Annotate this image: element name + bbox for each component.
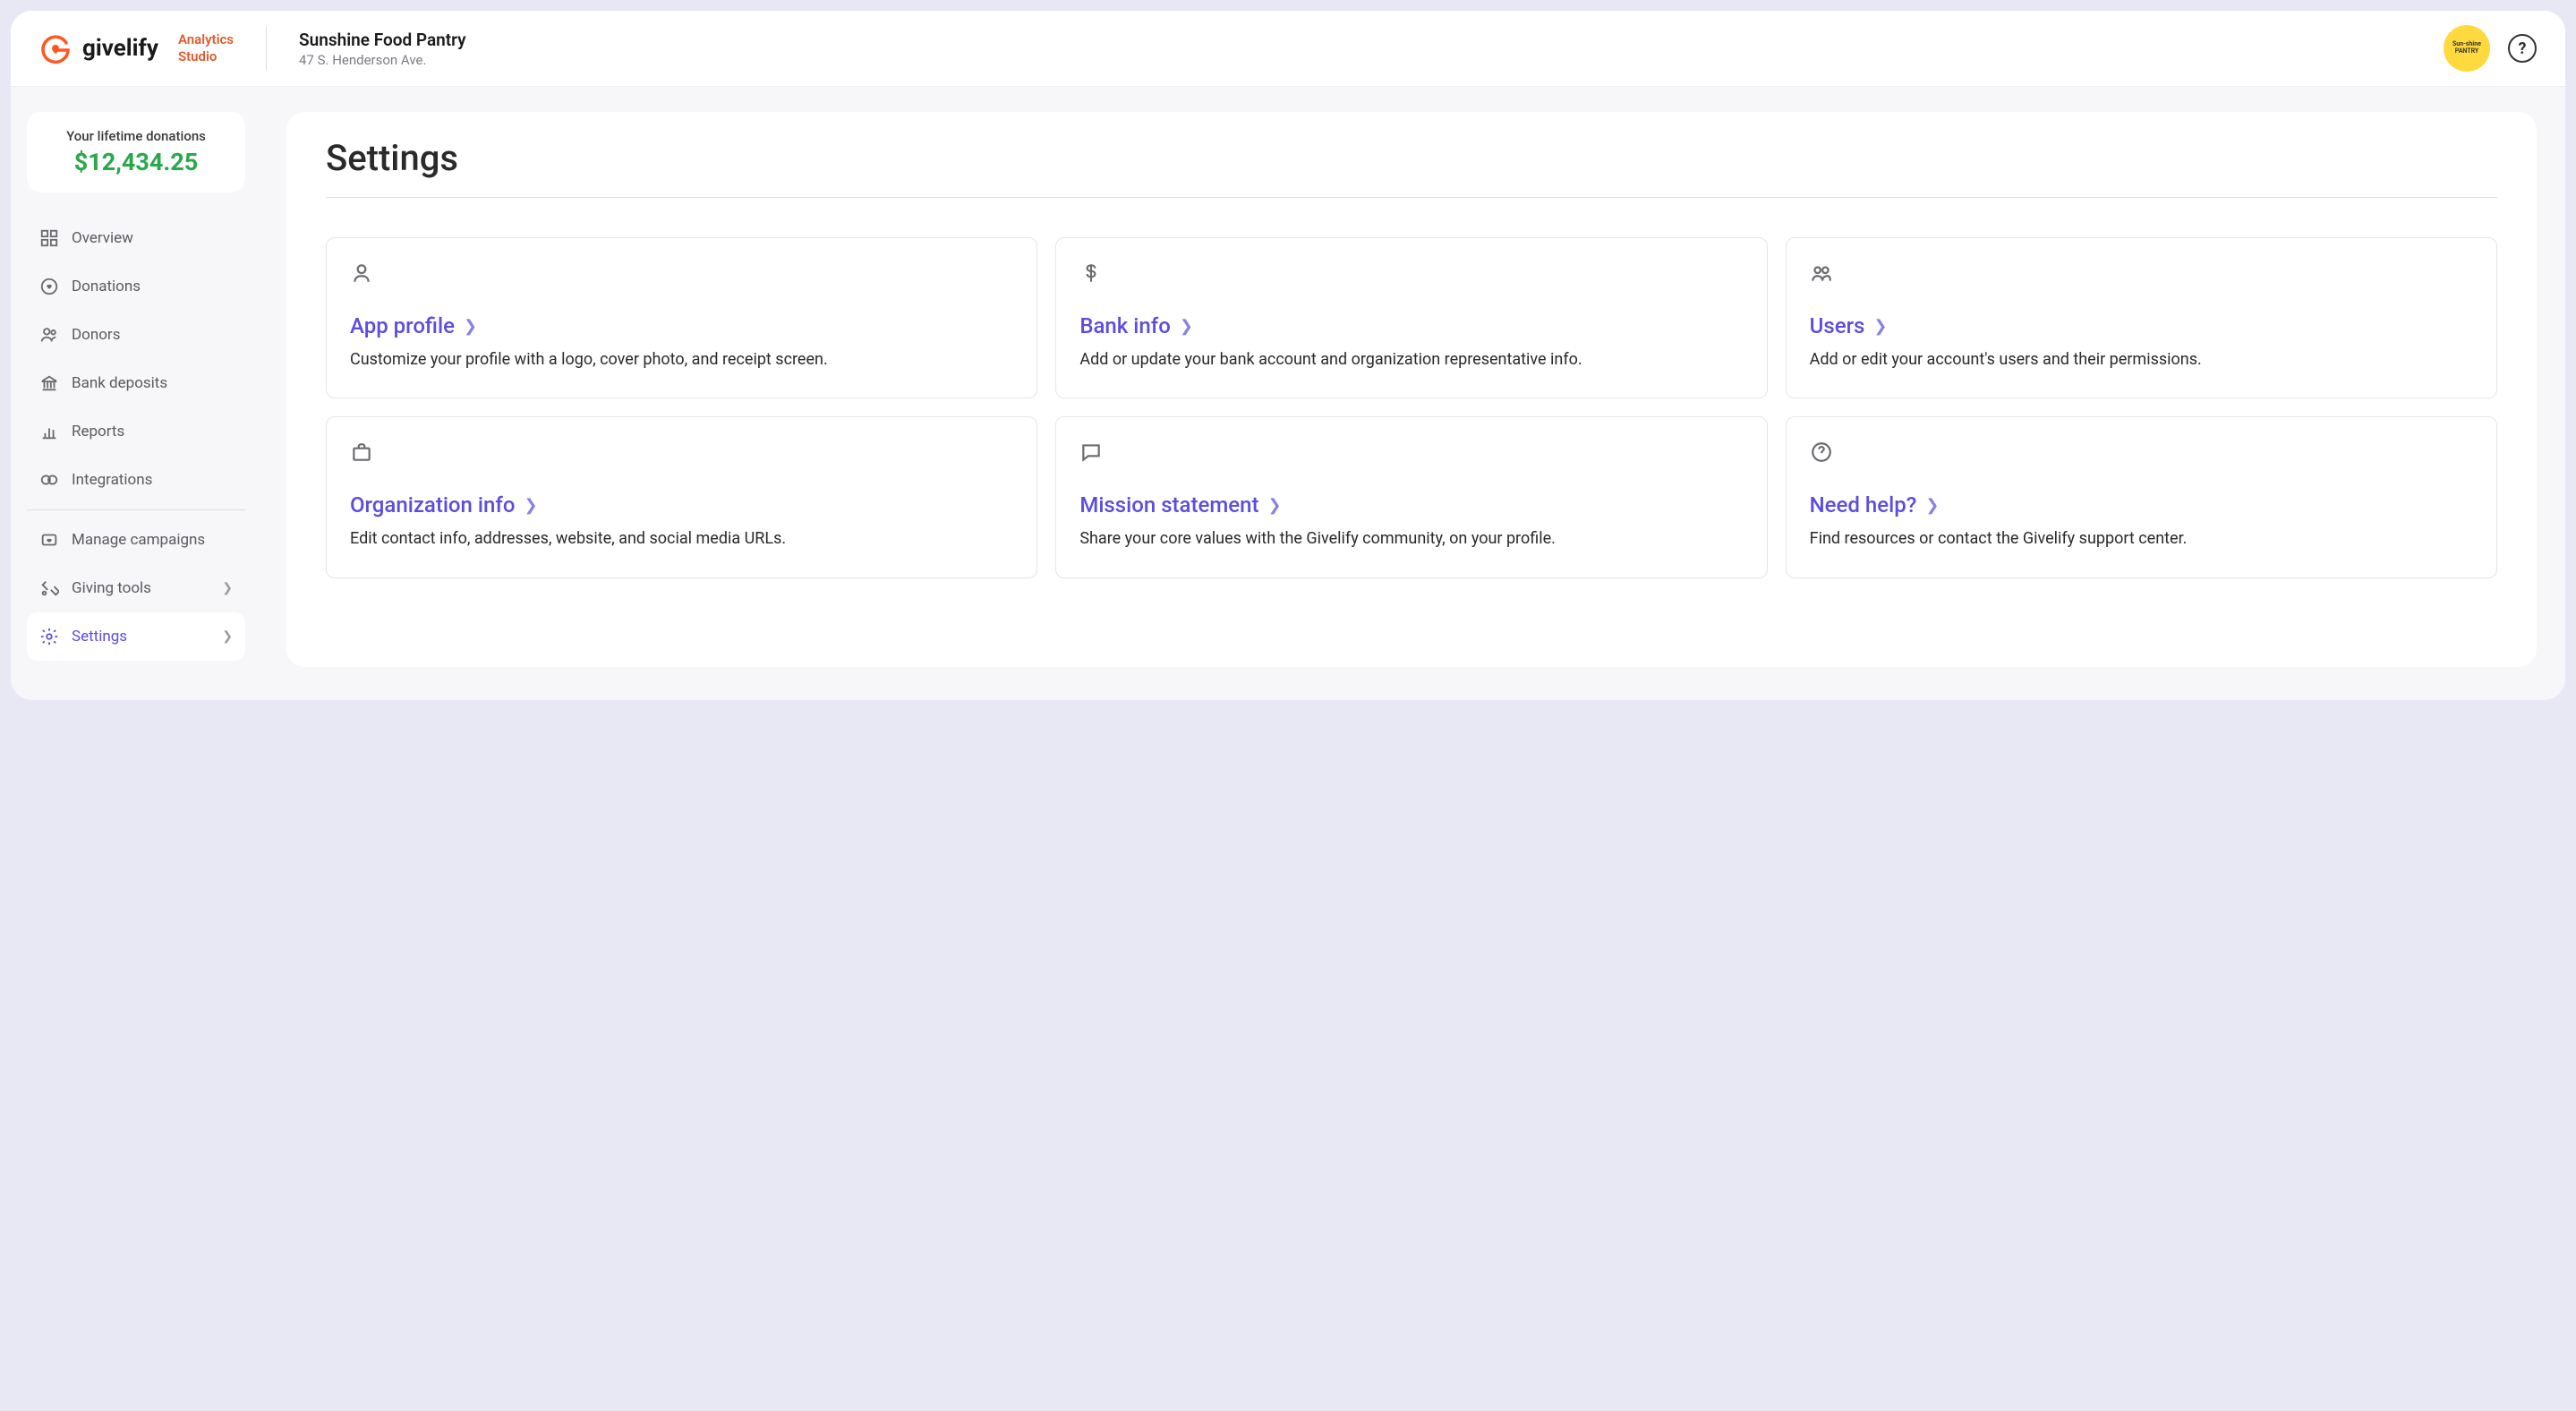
- person-icon: [350, 261, 373, 285]
- card-bank-info[interactable]: Bank info ❯ Add or update your bank acco…: [1055, 237, 1767, 398]
- card-desc: Add or edit your account's users and the…: [1810, 349, 2473, 371]
- card-title: Need help? ❯: [1810, 492, 2473, 517]
- card-desc: Share your core values with the Givelify…: [1079, 528, 1743, 550]
- users-icon: [39, 325, 59, 345]
- sidebar-item-overview[interactable]: Overview: [27, 214, 245, 262]
- card-title: Organization info ❯: [350, 492, 1013, 517]
- users-icon: [1810, 261, 1833, 285]
- app-frame: givelify Analytics Studio Sunshine Food …: [11, 11, 2565, 700]
- avatar[interactable]: Sun-shine PANTRY: [2444, 25, 2490, 72]
- divider: [266, 27, 267, 70]
- sidebar-item-donors[interactable]: Donors: [27, 311, 245, 359]
- chevron-right-icon: ❯: [464, 317, 477, 336]
- header: givelify Analytics Studio Sunshine Food …: [11, 11, 2565, 87]
- card-need-help[interactable]: Need help? ❯ Find resources or contact t…: [1786, 416, 2497, 577]
- card-desc: Find resources or contact the Givelify s…: [1810, 528, 2473, 550]
- main: Settings App profile ❯ Customize your pr…: [261, 87, 2565, 700]
- chart-icon: [39, 422, 59, 441]
- sidebar-item-label: Donors: [72, 326, 120, 344]
- org-name: Sunshine Food Pantry: [299, 30, 466, 50]
- org-block[interactable]: Sunshine Food Pantry 47 S. Henderson Ave…: [299, 30, 466, 68]
- sidebar-item-manage-campaigns[interactable]: Manage campaigns: [27, 516, 245, 564]
- campaign-icon: [39, 530, 59, 550]
- nav: Overview Donations Donors Bank deposits …: [27, 214, 245, 661]
- card-desc: Add or update your bank account and orga…: [1079, 349, 1743, 371]
- sidebar-item-settings[interactable]: Settings ❯: [27, 612, 245, 661]
- org-address: 47 S. Henderson Ave.: [299, 52, 466, 68]
- sidebar-item-label: Manage campaigns: [72, 531, 205, 549]
- card-desc: Customize your profile with a logo, cove…: [350, 349, 1013, 371]
- card-organization-info[interactable]: Organization info ❯ Edit contact info, a…: [326, 416, 1037, 577]
- sidebar-item-label: Reports: [72, 423, 124, 440]
- card-mission-statement[interactable]: Mission statement ❯ Share your core valu…: [1055, 416, 1767, 577]
- chevron-right-icon: ❯: [1267, 496, 1281, 515]
- dollar-icon: [1079, 261, 1103, 285]
- card-app-profile[interactable]: App profile ❯ Customize your profile wit…: [326, 237, 1037, 398]
- sidebar-item-label: Giving tools: [72, 579, 151, 597]
- sidebar: Your lifetime donations $12,434.25 Overv…: [11, 87, 261, 700]
- bank-icon: [39, 373, 59, 393]
- sidebar-item-integrations[interactable]: Integrations: [27, 456, 245, 504]
- chevron-right-icon: ❯: [1873, 317, 1887, 336]
- grid-icon: [39, 228, 59, 248]
- sidebar-item-giving-tools[interactable]: Giving tools ❯: [27, 564, 245, 612]
- sidebar-item-label: Donations: [72, 278, 141, 295]
- main-panel: Settings App profile ❯ Customize your pr…: [286, 112, 2537, 667]
- help-icon: [1810, 440, 1833, 464]
- divider: [326, 197, 2497, 198]
- donation-label: Your lifetime donations: [45, 128, 227, 144]
- sidebar-item-donations[interactable]: Donations: [27, 262, 245, 311]
- page-title: Settings: [326, 137, 2497, 179]
- chevron-right-icon: ❯: [222, 581, 233, 595]
- help-icon[interactable]: ?: [2508, 34, 2537, 63]
- sidebar-item-label: Bank deposits: [72, 374, 167, 392]
- link-icon: [39, 470, 59, 490]
- chevron-right-icon: ❯: [1925, 496, 1939, 515]
- card-users[interactable]: Users ❯ Add or edit your account's users…: [1786, 237, 2497, 398]
- gear-icon: [39, 627, 59, 646]
- sidebar-item-label: Integrations: [72, 471, 152, 489]
- studio-label: Analytics Studio: [178, 31, 234, 65]
- donation-amount: $12,434.25: [45, 148, 227, 176]
- sidebar-item-label: Settings: [72, 628, 127, 646]
- logo-text: givelify: [82, 35, 158, 62]
- sidebar-item-label: Overview: [72, 229, 133, 247]
- card-desc: Edit contact info, addresses, website, a…: [350, 528, 1013, 550]
- logo[interactable]: givelify Analytics Studio: [39, 31, 234, 65]
- tools-icon: [39, 578, 59, 598]
- chevron-right-icon: ❯: [222, 629, 233, 644]
- message-icon: [1079, 440, 1103, 464]
- sidebar-item-reports[interactable]: Reports: [27, 407, 245, 456]
- sidebar-item-bank-deposits[interactable]: Bank deposits: [27, 359, 245, 407]
- donation-card: Your lifetime donations $12,434.25: [27, 112, 245, 192]
- card-title: Users ❯: [1810, 313, 2473, 338]
- card-title: Bank info ❯: [1079, 313, 1743, 338]
- nav-divider: [27, 509, 245, 510]
- chevron-right-icon: ❯: [524, 496, 537, 515]
- card-title: App profile ❯: [350, 313, 1013, 338]
- givelify-logo-icon: [39, 32, 72, 64]
- cards-grid: App profile ❯ Customize your profile wit…: [326, 237, 2497, 578]
- heart-circle-icon: [39, 277, 59, 296]
- chevron-right-icon: ❯: [1180, 317, 1193, 336]
- card-title: Mission statement ❯: [1079, 492, 1743, 517]
- briefcase-icon: [350, 440, 373, 464]
